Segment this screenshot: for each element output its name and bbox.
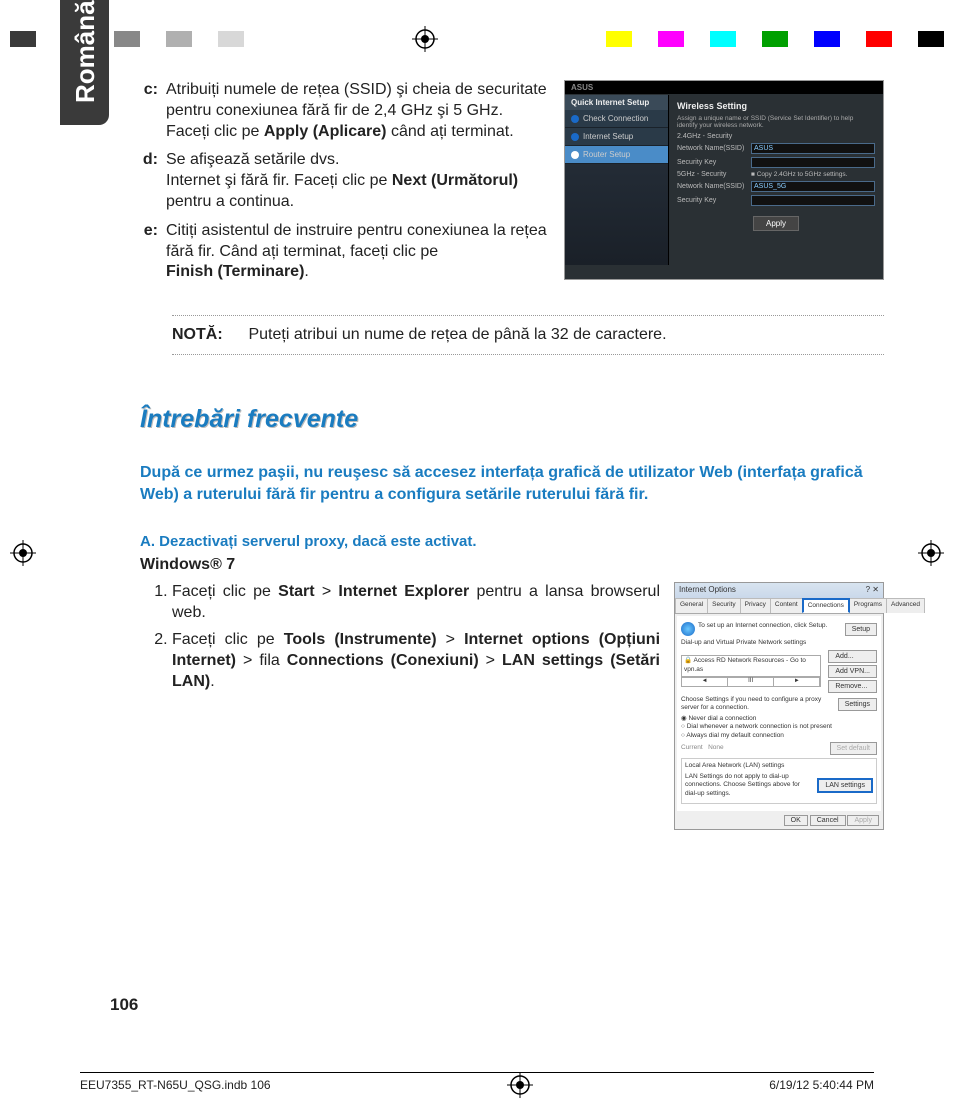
note-text: Puteți atribui un nume de rețea de până … (248, 326, 666, 343)
apply-ie-button: Apply (847, 815, 879, 826)
setup-button[interactable]: Setup (845, 623, 877, 636)
step-c-label: c: (140, 80, 166, 142)
ie-lan-text: LAN Settings do not apply to dial-up con… (685, 773, 813, 798)
step-e-body: Citiți asistentul de instruire pentru co… (166, 221, 548, 283)
registration-mark-icon (10, 540, 36, 566)
step-d-label: d: (140, 150, 166, 212)
ie-radio-1[interactable]: ◉ Never dial a connection (681, 715, 877, 723)
input-key24[interactable] (751, 157, 875, 168)
globe-icon (681, 622, 695, 636)
ie-choose-text: Choose Settings if you need to configure… (681, 696, 834, 713)
color-bar-right (606, 31, 944, 47)
dot-icon (571, 115, 579, 123)
label-key24: Security Key (677, 159, 751, 166)
dot-icon (571, 133, 579, 141)
footer-file: EEU7355_RT-N65U_QSG.indb 106 (80, 1078, 271, 1092)
label-key5: Security Key (677, 197, 751, 204)
ie-radio-3[interactable]: ○ Always dial my default connection (681, 732, 877, 740)
arrow-icon (571, 151, 579, 159)
router-brand: ASUS (571, 83, 593, 92)
faq-step-2: Faceți clic pe Tools (Instrumente) > Int… (172, 630, 660, 692)
apply-button[interactable]: Apply (753, 216, 799, 231)
router-side-router[interactable]: Router Setup (565, 146, 668, 164)
ie-tab-programs[interactable]: Programs (849, 598, 887, 613)
input-ssid5[interactable] (751, 181, 875, 192)
router-side-internet[interactable]: Internet Setup (565, 128, 668, 146)
lan-settings-button[interactable]: LAN settings (817, 778, 873, 793)
label-5ghz: 5GHz - Security (677, 171, 751, 178)
ie-tab-privacy[interactable]: Privacy (740, 598, 771, 613)
page-body: Română c: Atribuiți numele de rețea (SSI… (70, 80, 884, 1015)
internet-options-screenshot: Internet Options? ✕ GeneralSecurityPriva… (674, 582, 884, 830)
color-bar-left (10, 31, 244, 47)
note-label: NOTĂ: (172, 326, 244, 344)
faq-sub-a: A. Dezactivați serverul proxy, dacă este… (140, 533, 884, 550)
faq-step-1: Faceți clic pe Start > Internet Explorer… (172, 582, 660, 624)
router-desc: Assign a unique name or SSID (Service Se… (677, 115, 875, 129)
ie-setup-row: To set up an Internet connection, click … (681, 622, 877, 636)
registration-mark-icon (507, 1072, 533, 1098)
language-tab: Română (60, 0, 109, 125)
registration-mark-icon (918, 540, 944, 566)
faq-heading: Întrebări frecvente (140, 405, 884, 434)
registration-mark-icon (412, 26, 438, 52)
ie-tab-security[interactable]: Security (707, 598, 740, 613)
add-button[interactable]: Add... (828, 650, 877, 663)
ok-button[interactable]: OK (784, 815, 808, 826)
note-box: NOTĂ: Puteți atribui un nume de rețea de… (172, 315, 884, 355)
label-ssid24: Network Name(SSID) (677, 145, 751, 152)
router-main-panel: Wireless Setting Assign a unique name or… (669, 95, 883, 237)
windows7-label: Windows® 7 (140, 556, 884, 574)
step-d-body: Se afişează setările dvs.Internet şi făr… (166, 150, 548, 212)
setup-steps: c: Atribuiți numele de rețea (SSID) şi c… (140, 80, 548, 291)
input-key5[interactable] (751, 195, 875, 206)
ie-tab-advanced[interactable]: Advanced (886, 598, 925, 613)
cancel-button[interactable]: Cancel (810, 815, 846, 826)
ie-scroll[interactable]: ◄III► (681, 677, 821, 687)
input-ssid24[interactable] (751, 143, 875, 154)
page-number: 106 (110, 995, 138, 1015)
ie-radio-2[interactable]: ○ Dial whenever a network connection is … (681, 723, 877, 731)
ie-lan-header: Local Area Network (LAN) settings (685, 762, 873, 770)
step-c-body: Atribuiți numele de rețea (SSID) şi chei… (166, 80, 548, 142)
label-ssid5: Network Name(SSID) (677, 183, 751, 190)
add-vpn-button[interactable]: Add VPN... (828, 665, 877, 678)
label-24ghz: 2.4GHz - Security (677, 133, 751, 140)
ie-tab-general[interactable]: General (675, 598, 708, 613)
ie-lan-fieldset: Local Area Network (LAN) settings LAN Se… (681, 758, 877, 804)
router-side-header: Quick Internet Setup (565, 95, 668, 110)
print-footer: EEU7355_RT-N65U_QSG.indb 106 6/19/12 5:4… (80, 1072, 874, 1092)
ie-connection-list[interactable]: 🔒 Access RD Network Resources - Go to vp… (681, 655, 821, 677)
ie-tabs: GeneralSecurityPrivacyContentConnections… (675, 598, 883, 614)
print-registration-top (0, 24, 954, 54)
settings-button[interactable]: Settings (838, 698, 877, 711)
faq-lead: După ce urmez paşii, nu reuşesc să acces… (140, 462, 884, 505)
ie-dial-header: Dial-up and Virtual Private Network sett… (681, 639, 877, 647)
faq-steps: Faceți clic pe Start > Internet Explorer… (140, 582, 660, 698)
router-side-check[interactable]: Check Connection (565, 110, 668, 128)
ie-tab-content[interactable]: Content (770, 598, 803, 613)
router-panel-title: Wireless Setting (677, 101, 875, 111)
step-e-label: e: (140, 221, 166, 283)
set-default-button: Set default (830, 742, 877, 755)
ie-titlebar: Internet Options? ✕ (675, 583, 883, 597)
footer-timestamp: 6/19/12 5:40:44 PM (769, 1078, 874, 1092)
router-ui-screenshot: ASUS Quick Internet Setup Check Connecti… (564, 80, 884, 280)
router-sidebar: Quick Internet Setup Check Connection In… (565, 95, 669, 265)
remove-button[interactable]: Remove... (828, 680, 877, 693)
ie-tab-connections[interactable]: Connections (802, 598, 850, 613)
